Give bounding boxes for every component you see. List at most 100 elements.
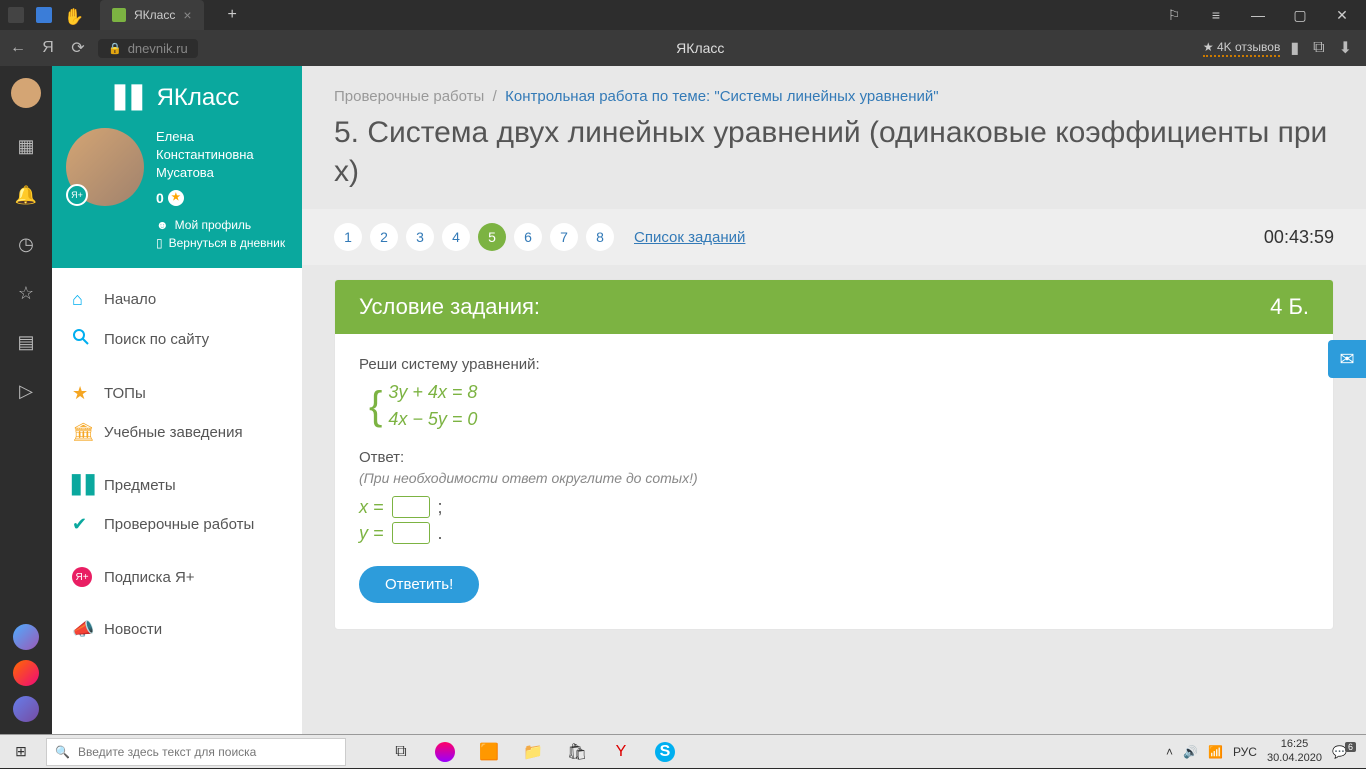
sidebar-item-home[interactable]: ⌂Начало xyxy=(52,280,302,319)
windows-search-input[interactable]: 🔍 Введите здесь текст для поиска xyxy=(46,738,346,766)
check-circle-icon: ✔ xyxy=(72,514,92,535)
app-logo[interactable]: ▋▋ ЯКласс xyxy=(66,84,288,112)
sidebar-item-tests[interactable]: ✔ Проверочные работы xyxy=(52,505,302,544)
back-to-diary-link[interactable]: ▯Вернуться в дневник xyxy=(156,236,288,250)
sidebar-item-subscribe[interactable]: Я+Подписка Я+ xyxy=(52,558,302,596)
book-logo-icon: ▋▋ xyxy=(115,85,149,111)
var-x-label: x = xyxy=(359,497,384,518)
back-button[interactable]: ← xyxy=(8,39,28,57)
bell-icon[interactable]: 🔔 xyxy=(15,185,37,206)
sidebar-item-label: Предметы xyxy=(104,477,176,494)
task-num-5[interactable]: 5 xyxy=(478,223,506,251)
sidebar-item-label: ТОПы xyxy=(104,385,146,402)
timer: 00:43:59 xyxy=(1264,227,1334,248)
search-placeholder: Введите здесь текст для поиска xyxy=(78,745,256,759)
app-icon-2[interactable] xyxy=(36,7,52,23)
sidebar-item-subjects[interactable]: ▋▋Предметы xyxy=(52,466,302,505)
equation-2: 4x − 5y = 0 xyxy=(388,406,477,433)
tray-notifications-icon[interactable]: 💬6 xyxy=(1332,745,1358,759)
taskbar-app-2[interactable]: 🟧 xyxy=(468,737,510,767)
feedback-button[interactable]: ✉ xyxy=(1328,340,1366,378)
browser-left-rail: ▦ 🔔 ◷ ☆ ▤ ▷ xyxy=(0,66,52,734)
new-tab-button[interactable]: + xyxy=(216,6,249,24)
profile-avatar[interactable]: Я+ xyxy=(66,128,144,206)
tray-clock[interactable]: 16:25 30.04.2020 xyxy=(1267,738,1322,764)
bookmark-tab-icon[interactable]: ⚐ xyxy=(1160,7,1188,24)
collections-icon[interactable]: ▤ xyxy=(17,332,34,353)
sidebar-item-tops[interactable]: ★ ТОПы xyxy=(52,374,302,413)
search-icon xyxy=(72,328,92,351)
start-button[interactable]: ⊞ xyxy=(0,735,42,769)
task-num-1[interactable]: 1 xyxy=(334,223,362,251)
rail-dot-orange[interactable] xyxy=(13,660,39,686)
breadcrumb-root[interactable]: Проверочные работы xyxy=(334,88,484,105)
task-num-8[interactable]: 8 xyxy=(586,223,614,251)
extensions-icon[interactable]: ⧉ xyxy=(1313,39,1324,57)
window-close-icon[interactable]: ✕ xyxy=(1328,7,1356,24)
reviews-badge[interactable]: ★ 4K отзывов xyxy=(1203,40,1280,57)
answer-x-input[interactable] xyxy=(392,496,430,518)
breadcrumb: Проверочные работы / Контрольная работа … xyxy=(302,88,1366,105)
task-points: 4 Б. xyxy=(1270,294,1309,320)
tray-lang[interactable]: РУС xyxy=(1233,745,1257,759)
megaphone-icon: 📣 xyxy=(72,619,92,640)
tray-volume-icon[interactable]: 🔊 xyxy=(1183,745,1198,759)
task-num-6[interactable]: 6 xyxy=(514,223,542,251)
tray-network-icon[interactable]: 📶 xyxy=(1208,745,1223,759)
window-minimize-icon[interactable]: — xyxy=(1244,7,1272,24)
taskbar-app-3[interactable]: 📁 xyxy=(512,737,554,767)
rail-avatar[interactable] xyxy=(11,78,41,108)
bookmark-icon[interactable]: ▮ xyxy=(1290,38,1299,58)
sidebar-item-label: Проверочные работы xyxy=(104,516,254,533)
app-icon-3[interactable]: ✋ xyxy=(64,7,80,23)
tab-close-icon[interactable]: × xyxy=(183,7,191,23)
star-icon: ★ xyxy=(72,383,92,404)
submit-button[interactable]: Ответить! xyxy=(359,566,479,603)
breadcrumb-link[interactable]: Контрольная работа по теме: "Системы лин… xyxy=(505,88,938,105)
answer-hint: (При необходимости ответ округлите до со… xyxy=(359,470,1309,486)
task-num-7[interactable]: 7 xyxy=(550,223,578,251)
menu-icon[interactable]: ≡ xyxy=(1202,7,1230,24)
tray-chevron-icon[interactable]: ˄ xyxy=(1166,745,1173,759)
tab-title: ЯКласс xyxy=(134,8,175,22)
sidebar-item-search[interactable]: Поиск по сайту xyxy=(52,319,302,360)
taskbar-app-store[interactable]: 🛍 xyxy=(556,737,598,767)
yandex-button[interactable]: Я xyxy=(38,39,58,57)
task-list-link[interactable]: Список заданий xyxy=(634,229,745,246)
sidebar-item-label: Новости xyxy=(104,621,162,638)
semicolon: ; xyxy=(438,497,443,518)
period: . xyxy=(438,523,443,544)
window-titlebar: ✋ ЯКласс × + ⚐ ≡ — ▢ ✕ xyxy=(0,0,1366,30)
task-prompt: Реши систему уравнений: xyxy=(359,356,1309,373)
lock-icon: 🔒 xyxy=(108,42,122,55)
rail-dot-purple[interactable] xyxy=(13,696,39,722)
app-icon-1[interactable] xyxy=(8,7,24,23)
card-title: Условие задания: xyxy=(359,294,540,320)
rail-dot-blue[interactable] xyxy=(13,624,39,650)
equation-1: 3y + 4x = 8 xyxy=(388,379,477,406)
apps-icon[interactable]: ▦ xyxy=(17,136,34,157)
taskbar-app-yandex[interactable]: Y xyxy=(600,737,642,767)
task-num-3[interactable]: 3 xyxy=(406,223,434,251)
window-maximize-icon[interactable]: ▢ xyxy=(1286,7,1314,24)
exit-icon: ▯ xyxy=(156,236,163,250)
history-icon[interactable]: ◷ xyxy=(18,234,34,255)
task-navigation: 1 2 3 4 5 6 7 8 Список заданий 00:43:59 xyxy=(302,209,1366,265)
search-icon: 🔍 xyxy=(55,745,70,759)
url-box[interactable]: 🔒 dnevnik.ru xyxy=(98,39,198,58)
sidebar-item-label: Учебные заведения xyxy=(104,424,243,441)
taskview-icon[interactable]: ⧉ xyxy=(380,737,422,767)
sidebar-item-news[interactable]: 📣 Новости xyxy=(52,610,302,649)
taskbar-app-skype[interactable]: S xyxy=(644,737,686,767)
favorites-icon[interactable]: ☆ xyxy=(18,283,34,304)
task-num-4[interactable]: 4 xyxy=(442,223,470,251)
taskbar-app-1[interactable] xyxy=(424,737,466,767)
reload-button[interactable]: ⟳ xyxy=(68,38,88,58)
play-icon[interactable]: ▷ xyxy=(19,381,33,402)
answer-y-input[interactable] xyxy=(392,522,430,544)
my-profile-link[interactable]: ☻Мой профиль xyxy=(156,218,288,232)
sidebar-item-schools[interactable]: 🏛Учебные заведения xyxy=(52,413,302,452)
task-num-2[interactable]: 2 xyxy=(370,223,398,251)
browser-tab-active[interactable]: ЯКласс × xyxy=(100,0,204,30)
downloads-icon[interactable]: ⬇ xyxy=(1339,38,1352,58)
